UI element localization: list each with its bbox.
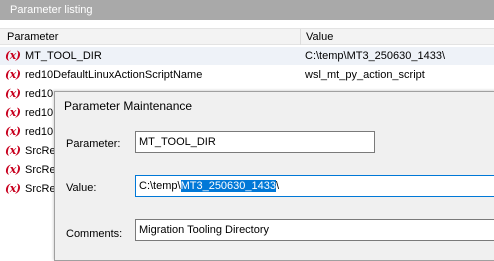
expression-icon: (x) — [5, 163, 21, 176]
parameter-name: red10 — [25, 126, 54, 138]
expression-icon: (x) — [5, 49, 21, 62]
table-row[interactable]: (x) MT_TOOL_DIR C:\temp\MT3_250630_1433\ — [0, 47, 494, 65]
parameter-name: red10 — [25, 107, 54, 119]
expression-icon: (x) — [5, 106, 21, 119]
dialog-title: Parameter Maintenance — [64, 99, 193, 113]
panel-title: Parameter listing — [0, 0, 494, 20]
comments-label: Comments: — [66, 228, 123, 240]
parameter-name: SrcRe — [25, 183, 56, 195]
column-separator[interactable] — [300, 29, 301, 45]
parameter-label: Parameter: — [66, 138, 121, 150]
table-header: Parameter Value — [0, 28, 494, 45]
expression-icon: (x) — [5, 125, 21, 138]
expression-icon: (x) — [5, 68, 21, 81]
dialog-body: Parameter: MT_TOOL_DIR Value: C:\temp\MT… — [56, 120, 494, 260]
expression-icon: (x) — [5, 87, 21, 100]
table-row[interactable]: (x) red10DefaultLinuxActionScriptName ws… — [0, 66, 494, 84]
expression-icon: (x) — [5, 182, 21, 195]
value-text-prefix: C:\temp\ — [139, 180, 181, 192]
parameter-value: C:\temp\MT3_250630_1433\ — [305, 50, 446, 62]
column-header-parameter[interactable]: Parameter — [7, 30, 58, 44]
value-field[interactable]: C:\temp\MT3_250630_1433\ — [135, 175, 494, 197]
value-label: Value: — [66, 182, 97, 194]
value-text-suffix: \ — [276, 180, 280, 192]
comments-field[interactable]: Migration Tooling Directory — [135, 219, 494, 241]
parameter-name: SrcRe — [25, 145, 56, 157]
parameter-name: red10 — [25, 88, 54, 100]
parameter-value: wsl_mt_py_action_script — [305, 69, 425, 81]
column-header-value[interactable]: Value — [306, 30, 333, 44]
parameter-name: red10DefaultLinuxActionScriptName — [25, 69, 203, 81]
value-text-selection: MT3_250630_1433 — [180, 180, 276, 192]
parameter-field[interactable]: MT_TOOL_DIR — [135, 131, 375, 153]
parameter-maintenance-dialog: Parameter Maintenance Parameter: MT_TOOL… — [54, 91, 494, 261]
parameter-name: MT_TOOL_DIR — [25, 50, 102, 62]
parameter-name: SrcRe — [25, 164, 56, 176]
expression-icon: (x) — [5, 144, 21, 157]
